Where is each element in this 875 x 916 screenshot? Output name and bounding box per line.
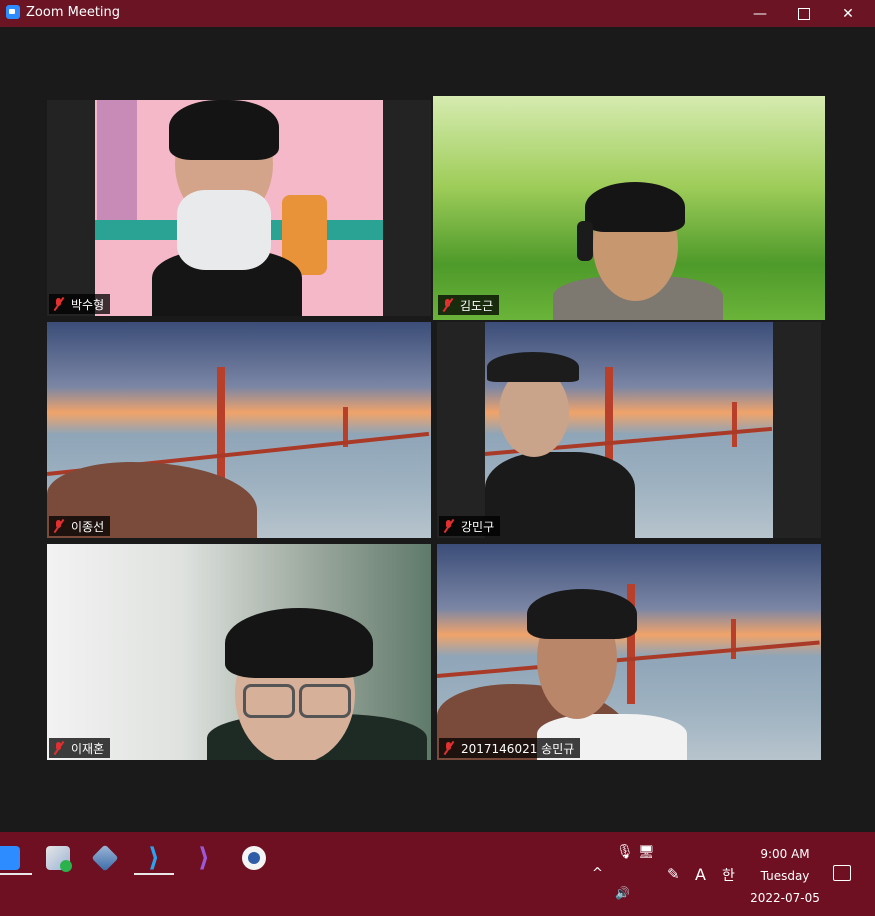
zoom-app-icon (6, 5, 20, 19)
mic-muted-icon (53, 741, 65, 755)
mic-muted-icon (442, 298, 454, 312)
video-tile[interactable]: 이종선 (47, 322, 431, 538)
cap (487, 352, 579, 382)
virtualbox-icon[interactable] (91, 844, 119, 872)
video-tile[interactable]: 박수형 (47, 100, 431, 316)
mic-muted-icon (443, 519, 455, 533)
participant-name-label: 이재혼 (49, 738, 111, 758)
participant-name-label: 김도근 (438, 295, 500, 315)
maximize-icon (798, 7, 810, 20)
media-player-icon[interactable] (46, 846, 72, 872)
clock-date[interactable]: 2022-07-05 (750, 891, 820, 905)
ime-mode-letter[interactable]: A (695, 865, 706, 884)
network-icon[interactable]: 🖥 (638, 845, 655, 860)
chevron-up-icon[interactable]: ^ (592, 866, 603, 881)
clock-day[interactable]: Tuesday (750, 869, 820, 883)
notification-center-icon[interactable] (833, 865, 851, 881)
video-tile[interactable]: 2017146021 송민규 (437, 544, 821, 760)
microphone-icon[interactable]: 🎙 (616, 844, 634, 860)
video-tile[interactable]: 이재혼 (47, 544, 431, 760)
minimize-button[interactable]: — (738, 0, 782, 27)
taskbar: ⟩ ⟩ 🎙 🖥 ^ 🔊 ✎ A 한 9:00 AM Tuesday 2022-0… (0, 832, 875, 916)
ime-hangul-indicator[interactable]: 한 (722, 865, 735, 885)
participant-name-label: 강민구 (439, 516, 501, 536)
clock-time[interactable]: 9:00 AM (750, 847, 820, 861)
mic-muted-icon (443, 741, 455, 755)
mic-muted-icon (53, 297, 65, 311)
title-bar: Zoom Meeting — ✕ (0, 0, 875, 27)
video-tile-active-speaker[interactable]: 김도근 (433, 96, 825, 320)
glasses (299, 684, 351, 718)
photo-app-icon[interactable] (242, 846, 266, 870)
pen-icon[interactable]: ✎ (667, 865, 680, 883)
vscode-icon[interactable]: ⟩ (142, 845, 166, 871)
close-button[interactable]: ✕ (826, 0, 870, 27)
video-gallery: 박수형 김도근 이종선 강민구 이재혼 2017146021 송민규 (0, 27, 875, 832)
headphones (577, 221, 593, 261)
participant-name-label: 2017146021 송민규 (439, 738, 581, 758)
participant-name-label: 이종선 (49, 516, 111, 536)
visual-studio-icon[interactable]: ⟩ (192, 845, 216, 871)
maximize-button[interactable] (782, 0, 826, 27)
mic-muted-icon (53, 519, 65, 533)
participant-name-label: 박수형 (49, 294, 111, 314)
volume-icon[interactable]: 🔊 (615, 886, 630, 900)
video-tile[interactable]: 강민구 (437, 322, 821, 538)
zoom-icon[interactable] (0, 846, 20, 870)
face-mask (177, 190, 271, 270)
window-title: Zoom Meeting (26, 5, 121, 20)
